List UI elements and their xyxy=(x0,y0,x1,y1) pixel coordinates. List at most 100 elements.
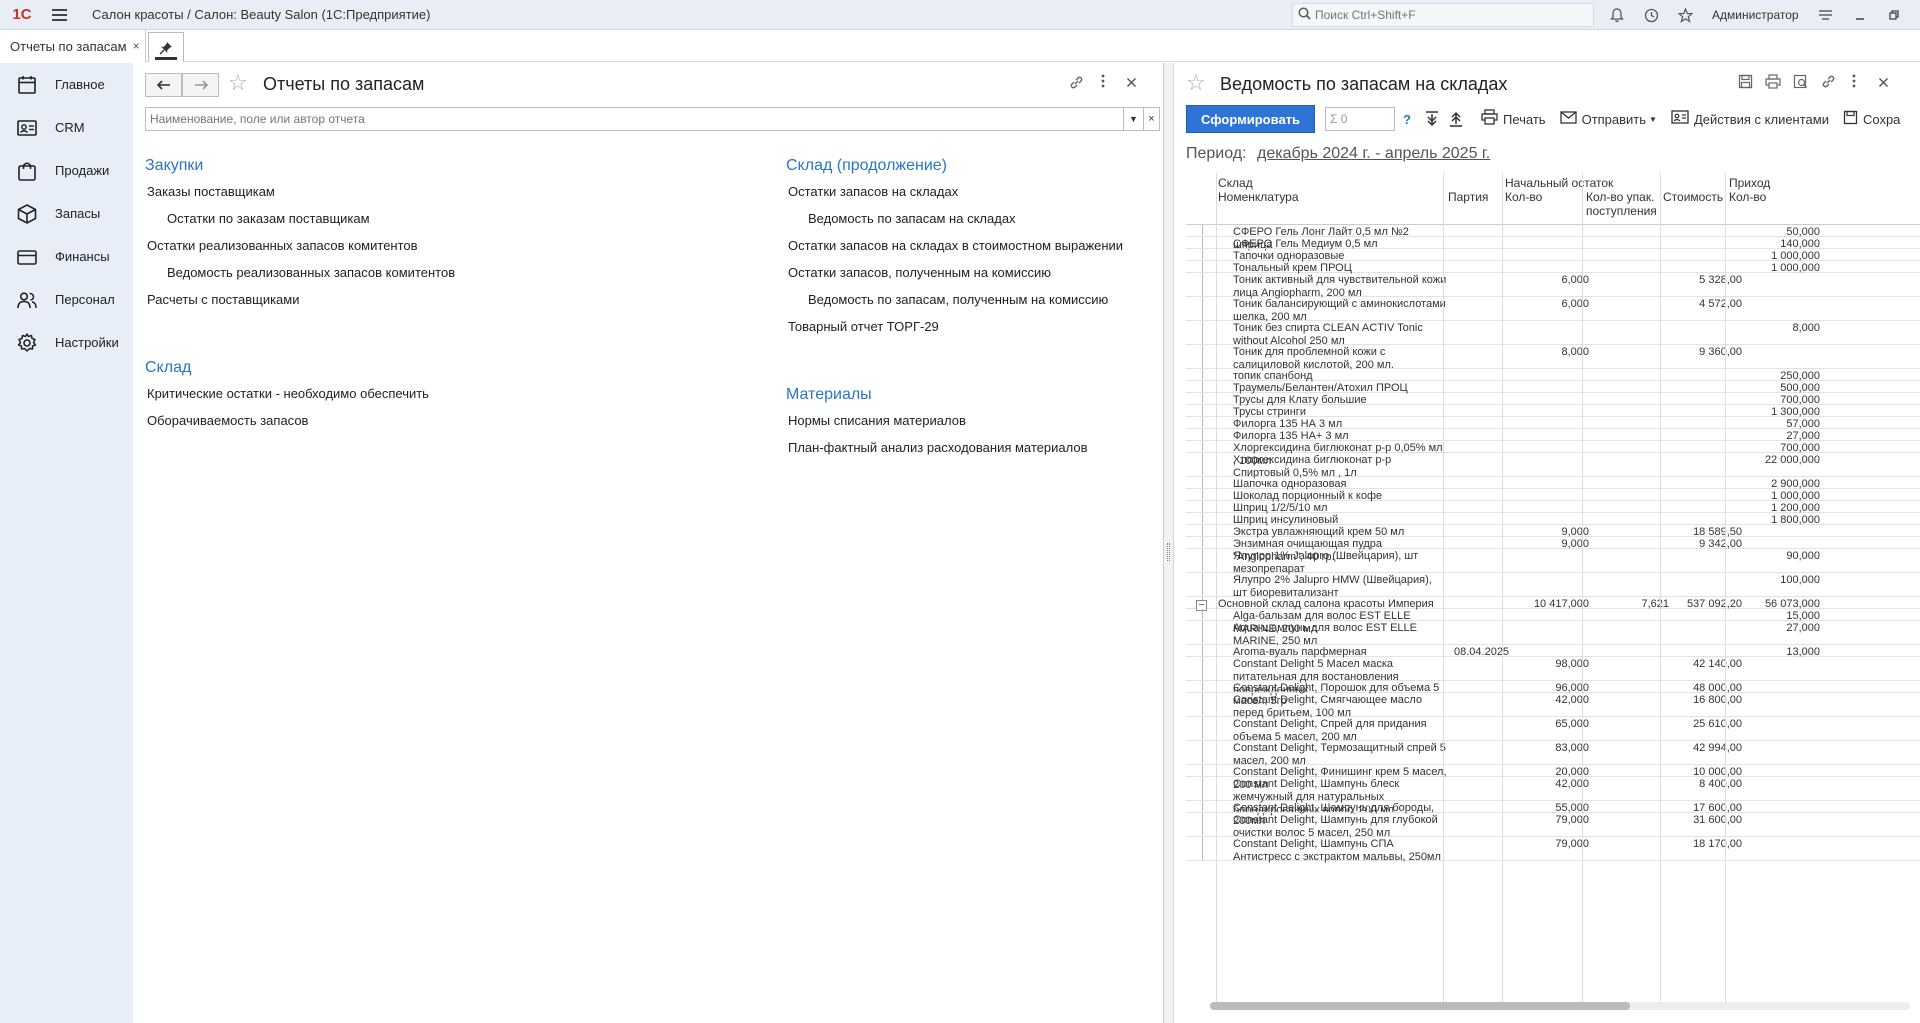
send-button[interactable]: Отправить ▼ xyxy=(1559,110,1657,128)
table-row[interactable]: Тапочки одноразовые 1 000,000 xyxy=(1186,249,1920,262)
restore-icon[interactable] xyxy=(1877,0,1911,30)
link-icon[interactable] xyxy=(1069,75,1084,93)
expand-all-icon[interactable] xyxy=(1425,110,1439,128)
forward-button[interactable] xyxy=(182,73,219,97)
report-link-balances-orders[interactable]: Остатки по заказам поставщикам xyxy=(167,211,370,226)
save-disk-icon[interactable] xyxy=(1738,74,1753,92)
table-group-row[interactable]: − Основной склад салона красоты Империя 10… xyxy=(1186,597,1920,611)
report-search-input[interactable] xyxy=(146,108,1123,130)
report-link-stock-balances[interactable]: Остатки запасов на складах xyxy=(788,184,958,199)
table-row[interactable]: Тоник активный для чувствительной кожи л… xyxy=(1186,273,1920,299)
close-window-icon[interactable] xyxy=(1911,0,1920,30)
clear-icon[interactable]: × xyxy=(1143,108,1159,130)
sidebar-item-settings[interactable]: Настройки xyxy=(0,321,133,364)
close-icon[interactable] xyxy=(1878,75,1889,91)
report-link-write-off-norms[interactable]: Нормы списания материалов xyxy=(788,413,966,428)
table-row[interactable]: Траумель/Белантен/Атохил ПРОЦ 500,000 xyxy=(1186,381,1920,394)
report-link-balances-consignors[interactable]: Остатки реализованных запасов комитентов xyxy=(147,238,418,253)
table-row[interactable]: СФЕРО Гель Лонг Лайт 0,5 мл №2 шприца 50,… xyxy=(1186,225,1920,251)
report-link-critical[interactable]: Критические остатки - необходимо обеспеч… xyxy=(147,386,429,401)
report-link-plan-fact[interactable]: План-фактный анализ расходования материа… xyxy=(788,440,1088,455)
favorite-star-icon[interactable]: ☆ xyxy=(228,70,248,96)
save-button[interactable]: Сохра xyxy=(1843,110,1900,129)
table-row[interactable]: Constant Delight, Шампунь СПА Антистресс… xyxy=(1186,837,1920,863)
preview-icon[interactable] xyxy=(1793,74,1808,92)
report-link-stock-value[interactable]: Остатки запасов на складах в стоимостном… xyxy=(788,238,1123,253)
report-link-torg29[interactable]: Товарный отчет ТОРГ-29 xyxy=(788,319,939,334)
favorites-star-icon[interactable] xyxy=(1668,0,1702,30)
table-row[interactable]: Шприц 1/2/5/10 мл 1 200,000 xyxy=(1186,501,1920,514)
sum-field[interactable]: Σ 0 xyxy=(1325,107,1396,131)
report-table[interactable]: Склад Номенклатура Партия Начальный оста… xyxy=(1186,173,1920,1008)
report-link-sheet-consignors[interactable]: Ведомость реализованных запасов комитент… xyxy=(167,265,455,280)
pin-icon[interactable] xyxy=(148,32,184,62)
table-row[interactable]: Constant Delight, Порошок для объема 5 м… xyxy=(1186,681,1920,707)
table-row[interactable]: Экстра увлажняющий крем 50 мл 9,000 18 589… xyxy=(1186,525,1920,538)
table-row[interactable]: Филорга 135 НА+ 3 мл 27,000 xyxy=(1186,429,1920,442)
user-name[interactable]: Администратор xyxy=(1702,8,1809,22)
table-row[interactable]: Шприц инсулиновый 1 800,000 xyxy=(1186,513,1920,526)
history-icon[interactable] xyxy=(1634,0,1668,30)
table-row[interactable]: СФЕРО Гель Медиум 0,5 мл 140,000 xyxy=(1186,237,1920,250)
table-row[interactable]: Энзимная очищающая пудра "Angiopharm", 4… xyxy=(1186,537,1920,563)
sidebar-item-crm[interactable]: CRM xyxy=(0,106,133,149)
printer-icon[interactable] xyxy=(1765,74,1781,92)
table-row[interactable]: Шапочка одноразовая 2 900,000 xyxy=(1186,477,1920,490)
sidebar-item-stock[interactable]: Запасы xyxy=(0,192,133,235)
more-menu-icon[interactable] xyxy=(1852,74,1856,91)
table-row[interactable]: Alga-бальзам для волос EST ELLE MARINE, … xyxy=(1186,609,1920,635)
close-icon[interactable] xyxy=(1126,75,1137,91)
chevron-down-icon[interactable]: ▼ xyxy=(1123,108,1143,130)
table-row[interactable]: Шоколад порционный к кофе 1 000,000 xyxy=(1186,489,1920,502)
print-button[interactable]: Печать xyxy=(1481,109,1546,129)
table-row[interactable]: топик спанбонд 250,000 xyxy=(1186,369,1920,382)
table-row[interactable]: Constant Delight, Смягчающее масло перед… xyxy=(1186,693,1920,719)
close-icon[interactable]: × xyxy=(133,39,140,53)
table-row[interactable]: Constant Delight, Спрей для придания объ… xyxy=(1186,717,1920,743)
period-link[interactable]: декабрь 2024 г. - апрель 2025 г. xyxy=(1257,145,1490,162)
report-filter[interactable]: ▼ × xyxy=(145,107,1160,131)
sidebar-item-main[interactable]: Главное xyxy=(0,63,133,106)
generate-button[interactable]: Сформировать xyxy=(1186,105,1316,133)
table-row[interactable]: Филорга 135 НА 3 мл 57,000 xyxy=(1186,417,1920,430)
panel-splitter[interactable] xyxy=(1164,63,1174,1023)
collapse-all-icon[interactable] xyxy=(1449,110,1463,128)
table-row[interactable]: Тональный крем ПРОЦ 1 000,000 xyxy=(1186,261,1920,274)
table-row[interactable]: Constant Delight, Шампунь блеск жемчужны… xyxy=(1186,777,1920,816)
table-row[interactable]: Constant Delight, Шампунь для бороды, 20… xyxy=(1186,801,1920,827)
table-row[interactable]: Constant Delight 5 Масел маска питательн… xyxy=(1186,657,1920,696)
table-row[interactable]: Ялупро 2% Jalupro HMW (Швейцария), шт би… xyxy=(1186,573,1920,599)
table-row[interactable]: Трусы стринги 1 300,000 xyxy=(1186,405,1920,418)
1c-logo[interactable]: 1С xyxy=(0,0,44,30)
tab-stock-reports[interactable]: Отчеты по запасам × xyxy=(0,30,146,62)
minimize-icon[interactable] xyxy=(1843,0,1877,30)
table-row[interactable]: Aqua-шампунь для волос EST ELLE MARINE, … xyxy=(1186,621,1920,647)
table-row[interactable]: Aroma-вуаль парфмерная 08.04.2025 13,000 xyxy=(1186,645,1920,658)
table-row[interactable]: Constant Delight, Термозащитный спрей 5 … xyxy=(1186,741,1920,767)
link-icon[interactable] xyxy=(1821,74,1836,92)
sidebar-item-finance[interactable]: Финансы xyxy=(0,235,133,278)
sidebar-item-sales[interactable]: Продажи xyxy=(0,149,133,192)
bell-icon[interactable] xyxy=(1600,0,1634,30)
report-link-turnover[interactable]: Оборачиваемость запасов xyxy=(147,413,308,428)
report-link-stock-sheet[interactable]: Ведомость по запасам на складах xyxy=(808,211,1016,226)
report-link-commission-sheet[interactable]: Ведомость по запасам, полученным на коми… xyxy=(808,292,1108,307)
help-button[interactable]: ? xyxy=(1403,112,1411,127)
global-search[interactable] xyxy=(1292,3,1594,27)
table-row[interactable]: Ялупро 1% Jalupro (Швейцария), шт мезопр… xyxy=(1186,549,1920,575)
client-actions-button[interactable]: Действия с клиентами xyxy=(1671,110,1829,128)
table-row[interactable]: Трусы для Клату большие 700,000 xyxy=(1186,393,1920,406)
table-row[interactable]: Constant Delight, Финишинг крем 5 масел,… xyxy=(1186,765,1920,791)
settings-lines-icon[interactable] xyxy=(1809,0,1843,30)
table-row[interactable]: Constant Delight, Шампунь для глубокой о… xyxy=(1186,813,1920,839)
table-row[interactable]: Тоник балансирующий с аминокислотами шел… xyxy=(1186,297,1920,323)
table-row[interactable]: Хлоргексидина биглюконат р-р 0,05% мл , … xyxy=(1186,441,1920,467)
main-menu-icon[interactable] xyxy=(44,0,74,30)
report-link-commission-balances[interactable]: Остатки запасов, полученным на комиссию xyxy=(788,265,1051,280)
global-search-input[interactable] xyxy=(1315,8,1585,22)
back-button[interactable] xyxy=(145,73,182,97)
table-row[interactable]: Тоник без спирта CLEAN ACTIV Tonic witho… xyxy=(1186,321,1920,347)
sidebar-item-staff[interactable]: Персонал xyxy=(0,278,133,321)
report-link-settlements[interactable]: Расчеты с поставщиками xyxy=(147,292,300,307)
more-menu-icon[interactable] xyxy=(1101,74,1105,91)
